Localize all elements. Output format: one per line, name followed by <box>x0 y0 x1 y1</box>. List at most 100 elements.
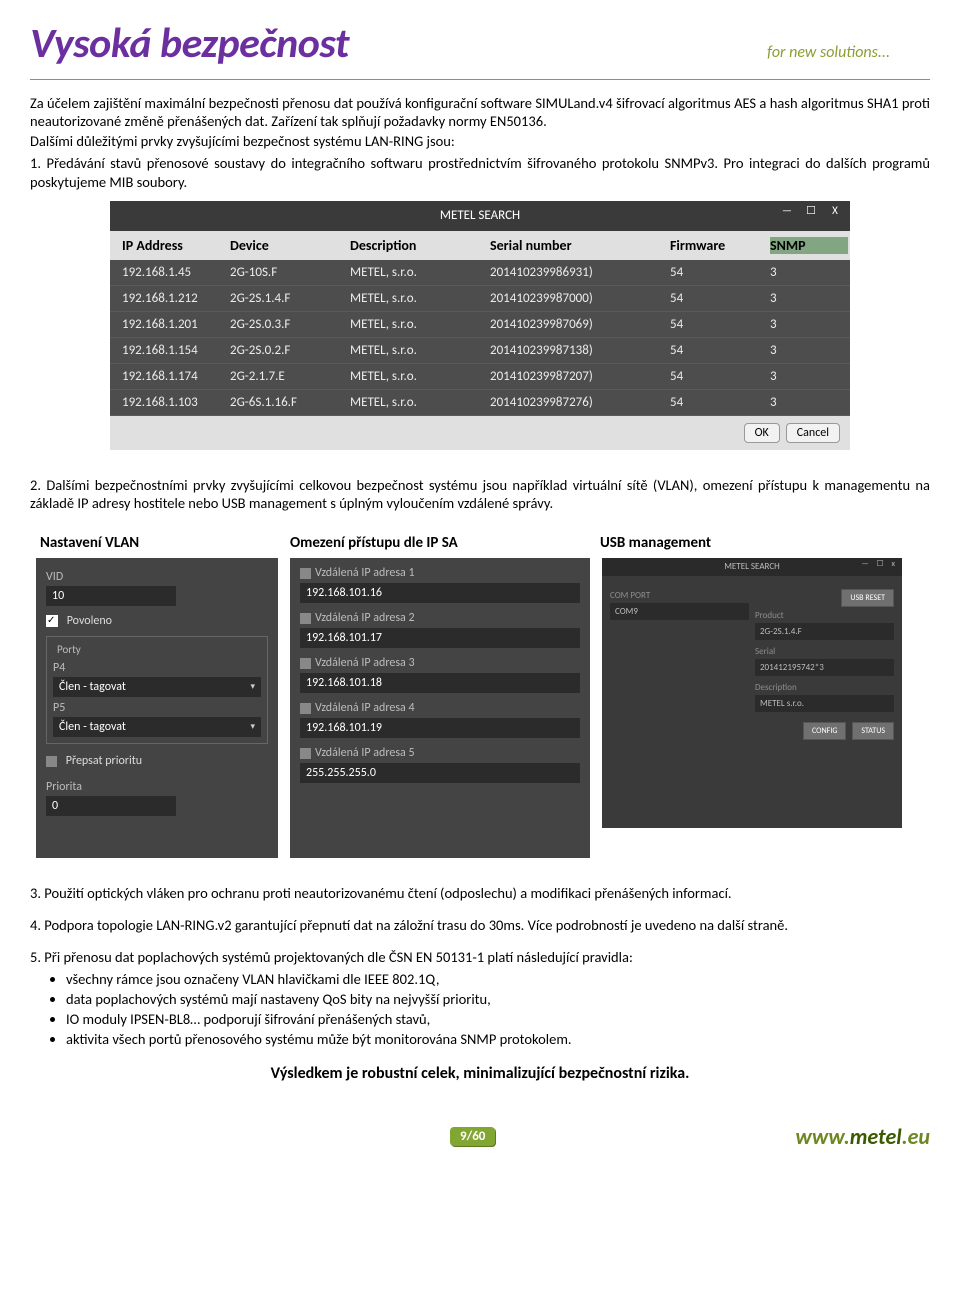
priorita-input[interactable]: 0 <box>46 796 176 816</box>
para4: 4. Podpora topologie LAN-RING.v2 garantu… <box>30 916 930 934</box>
url-bold: metel <box>850 1123 902 1150</box>
list-item: aktivita všech portů přenosového systému… <box>66 1030 930 1048</box>
cell-ip: 192.168.1.201 <box>110 317 230 332</box>
desc-label: Description <box>755 682 894 693</box>
status-button[interactable]: STATUS <box>852 722 894 740</box>
cell-dev: 2G-2S.0.3.F <box>230 317 350 332</box>
cell-dev: 2G-2S.1.4.F <box>230 291 350 306</box>
maximize-icon[interactable]: ☐ <box>804 204 818 217</box>
table-row[interactable]: 192.168.1.1542G-2S.0.2.FMETEL, s.r.o.201… <box>110 338 850 364</box>
cell-desc: METEL, s.r.o. <box>350 395 490 410</box>
vid-input[interactable]: 10 <box>46 586 176 606</box>
tagline: for new solutions... <box>767 43 930 62</box>
comport-value[interactable]: COM9 <box>610 603 749 620</box>
cell-ip: 192.168.1.174 <box>110 369 230 384</box>
url-post: .eu <box>902 1123 930 1150</box>
intro-p2: Dalšími důležitými prvky zvyšujícími bez… <box>30 132 930 150</box>
ipsa-panel: Vzdálená IP adresa 1 192.168.101.16 Vzdále… <box>290 558 590 858</box>
cell-snmp: 3 <box>770 395 848 410</box>
cell-desc: METEL, s.r.o. <box>350 265 490 280</box>
cell-ip: 192.168.1.45 <box>110 265 230 280</box>
intro-p1: Za účelem zajištění maximální bezpečnost… <box>30 94 930 130</box>
ip-input[interactable]: 192.168.101.17 <box>300 628 580 648</box>
ip-checkbox[interactable] <box>300 568 311 579</box>
ip-label: Vzdálená IP adresa 2 <box>315 611 415 625</box>
col-fw: Firmware <box>670 237 770 254</box>
serial-value: 201412195742*3 <box>755 659 894 676</box>
label-usb: USB management <box>600 534 880 552</box>
label-vlan: Nastavení VLAN <box>30 534 290 552</box>
cell-ser: 201410239987207) <box>490 369 670 384</box>
cell-snmp: 3 <box>770 265 848 280</box>
cell-snmp: 3 <box>770 369 848 384</box>
table-row[interactable]: 192.168.1.1032G-6S.1.16.FMETEL, s.r.o.20… <box>110 390 850 416</box>
window-title: METEL SEARCH <box>440 208 520 223</box>
table-row[interactable]: 192.168.1.2012G-2S.0.3.FMETEL, s.r.o.201… <box>110 312 850 338</box>
para2: 2. Dalšími bezpečnostními prvky zvyšujíc… <box>30 476 930 512</box>
cell-ser: 201410239987069) <box>490 317 670 332</box>
page-number: 9/60 <box>450 1127 495 1146</box>
ip-label: Vzdálená IP adresa 5 <box>315 746 415 760</box>
prepsat-checkbox[interactable] <box>46 756 57 767</box>
table-row[interactable]: 192.168.1.452G-10S.FMETEL, s.r.o.2014102… <box>110 260 850 286</box>
cell-desc: METEL, s.r.o. <box>350 369 490 384</box>
ip-input[interactable]: 192.168.101.16 <box>300 583 580 603</box>
ip-checkbox[interactable] <box>300 703 311 714</box>
col-dev: Device <box>230 237 350 254</box>
minimize-icon[interactable]: — <box>780 204 794 217</box>
p5-select-value: Člen - tagovat <box>59 720 126 734</box>
cell-fw: 54 <box>670 317 770 332</box>
ip-input[interactable]: 255.255.255.0 <box>300 763 580 783</box>
cancel-button[interactable]: Cancel <box>786 423 840 443</box>
porty-group-label: Porty <box>53 643 85 656</box>
table-row[interactable]: 192.168.1.1742G-2.1.7.EMETEL, s.r.o.2014… <box>110 364 850 390</box>
chevron-down-icon: ▾ <box>250 681 255 692</box>
cell-fw: 54 <box>670 291 770 306</box>
intro-p3: 1. Předávání stavů přenosové soustavy do… <box>30 154 930 190</box>
cell-snmp: 3 <box>770 343 848 358</box>
cell-ip: 192.168.1.212 <box>110 291 230 306</box>
usb-window-title: METEL SEARCH <box>724 561 780 572</box>
cell-fw: 54 <box>670 265 770 280</box>
ip-input[interactable]: 192.168.101.18 <box>300 673 580 693</box>
p5-label: P5 <box>53 701 261 715</box>
cell-snmp: 3 <box>770 291 848 306</box>
conclusion: Výsledkem je robustní celek, minimalizuj… <box>30 1064 930 1083</box>
comport-label: COM PORT <box>610 590 749 601</box>
ok-button[interactable]: OK <box>744 423 780 443</box>
list-item: data poplachových systémů mají nastaveny… <box>66 990 930 1008</box>
serial-label: Serial <box>755 646 894 657</box>
usb-reset-button[interactable]: USB RESET <box>841 589 894 607</box>
cell-desc: METEL, s.r.o. <box>350 317 490 332</box>
priorita-label: Priorita <box>46 780 268 794</box>
ip-checkbox[interactable] <box>300 748 311 759</box>
p5-select[interactable]: Člen - tagovat ▾ <box>53 717 261 737</box>
product-label: Product <box>755 610 894 621</box>
ip-label: Vzdálená IP adresa 1 <box>315 566 415 580</box>
cell-snmp: 3 <box>770 317 848 332</box>
product-value: 2G-2S.1.4.F <box>755 623 894 640</box>
table-row[interactable]: 192.168.1.2122G-2S.1.4.FMETEL, s.r.o.201… <box>110 286 850 312</box>
config-button[interactable]: CONFIG <box>803 722 846 740</box>
cell-desc: METEL, s.r.o. <box>350 291 490 306</box>
list-item: všechny rámce jsou označeny VLAN hlavičk… <box>66 970 930 988</box>
cell-dev: 2G-2S.0.2.F <box>230 343 350 358</box>
povoleno-checkbox[interactable] <box>46 615 58 627</box>
cell-ser: 201410239987276) <box>490 395 670 410</box>
col-ip: IP Address <box>110 237 230 254</box>
cell-fw: 54 <box>670 395 770 410</box>
ip-input[interactable]: 192.168.101.19 <box>300 718 580 738</box>
cell-ser: 201410239987000) <box>490 291 670 306</box>
page-title: Vysoká bezpečnost <box>30 18 349 69</box>
usb-window-controls[interactable]: — ☐ x <box>862 559 899 569</box>
vlan-panel: VID 10 Povoleno Porty P4 Člen - tagovat … <box>36 558 278 858</box>
cell-ser: 201410239987138) <box>490 343 670 358</box>
cell-ser: 201410239986931) <box>490 265 670 280</box>
chevron-down-icon: ▾ <box>250 721 255 732</box>
footer-url: www.metel.eu <box>795 1123 930 1150</box>
p4-select[interactable]: Člen - tagovat ▾ <box>53 677 261 697</box>
close-icon[interactable]: X <box>828 204 842 217</box>
ip-checkbox[interactable] <box>300 658 311 669</box>
ip-checkbox[interactable] <box>300 613 311 624</box>
usb-panel: METEL SEARCH — ☐ x COM PORT COM9 USB RES… <box>602 558 902 828</box>
